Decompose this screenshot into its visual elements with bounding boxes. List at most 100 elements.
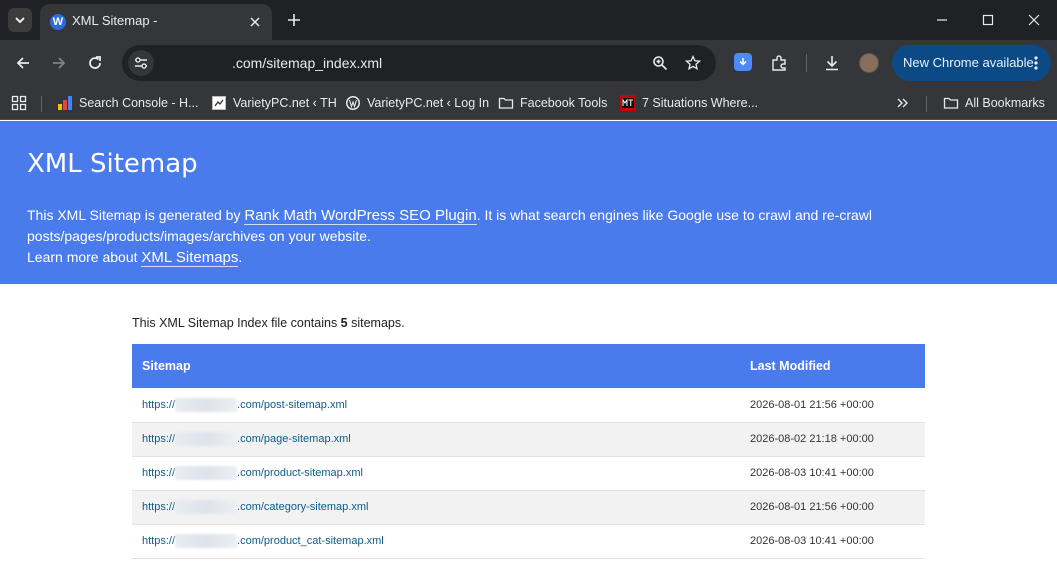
close-icon: [250, 17, 260, 27]
tab-strip: W XML Sitemap -: [0, 0, 1057, 40]
close-window-button[interactable]: [1014, 6, 1054, 34]
zoom-button[interactable]: [651, 54, 669, 72]
sitemap-table: Sitemap Last Modified https:// .com/post-…: [132, 344, 925, 559]
sitemap-link[interactable]: https:// .com/page-sitemap.xml: [142, 432, 351, 446]
link-suffix: .com/product_cat-sitemap.xml: [237, 534, 384, 547]
sitemap-content: This XML Sitemap Index file contains 5 s…: [132, 316, 925, 559]
puzzle-icon: [772, 55, 786, 71]
bookmarks-bar: Search Console - H... VarietyPC.net ‹ TH…: [0, 86, 1057, 120]
bookmark-varietypc-login[interactable]: VarietyPC.net ‹ Log In: [345, 93, 489, 113]
link-prefix: https://: [142, 534, 176, 547]
chrome-update-label: New Chrome available: [903, 55, 1034, 70]
maximize-icon: [982, 14, 994, 26]
address-url: .com/sitemap_index.xml: [232, 55, 383, 71]
sitemap-cell: https:// .com/category-sitemap.xml: [132, 490, 736, 524]
table-header-row: Sitemap Last Modified: [132, 344, 925, 388]
tab-close-button[interactable]: [246, 13, 264, 31]
link-prefix: https://: [142, 398, 176, 411]
downloads-button[interactable]: [820, 51, 844, 75]
redacted-domain: [175, 500, 238, 514]
bookmarks-divider: [41, 96, 42, 112]
sitemap-header: XML Sitemap This XML Sitemap is generate…: [0, 121, 1057, 284]
page-title: XML Sitemap: [27, 149, 198, 179]
chevron-down-icon: [15, 17, 25, 24]
forward-button[interactable]: [47, 51, 71, 75]
sitemap-count: 5: [340, 316, 348, 330]
wordpress-icon: [345, 95, 361, 111]
arrow-left-icon: [16, 57, 29, 69]
table-row: https:// .com/product-sitemap.xml 2026-08…: [132, 456, 925, 490]
download-icon: [739, 58, 747, 66]
last-modified-cell: 2026-08-02 21:18 +00:00: [750, 433, 874, 445]
maximize-button[interactable]: [968, 6, 1008, 34]
bookmark-star-button[interactable]: [684, 54, 702, 72]
more-vert-icon: [1034, 56, 1038, 70]
page-description: This XML Sitemap is generated by Rank Ma…: [27, 205, 887, 246]
more-bookmarks-button[interactable]: [896, 93, 910, 113]
rank-math-link[interactable]: Rank Math WordPress SEO Plugin: [244, 207, 477, 225]
table-row: https:// .com/post-sitemap.xml 2026-08-01…: [132, 388, 925, 422]
link-prefix: https://: [142, 466, 176, 479]
tab-active[interactable]: W XML Sitemap -: [40, 4, 272, 40]
sitemap-cell: https:// .com/post-sitemap.xml: [132, 388, 736, 422]
table-row: https:// .com/product_cat-sitemap.xml 202…: [132, 524, 925, 558]
arrow-right-icon: [53, 57, 66, 69]
last-modified-cell: 2026-08-01 21:56 +00:00: [750, 398, 874, 411]
minimize-button[interactable]: [922, 6, 962, 34]
description-text: This XML Sitemap is generated by: [27, 207, 245, 223]
last-modified-cell: 2026-08-01 21:56 +00:00: [750, 501, 874, 513]
mt-site-icon: [620, 95, 636, 111]
last-modified-cell: 2026-08-03 10:41 +00:00: [750, 467, 874, 479]
learn-more-text: .: [238, 249, 243, 265]
sitemap-cell: https:// .com/product_cat-sitemap.xml: [132, 524, 736, 558]
back-button[interactable]: [11, 51, 35, 75]
folder-icon: [943, 95, 959, 111]
bookmarks-divider: [926, 96, 927, 112]
site-info-button[interactable]: [128, 50, 154, 76]
sitemap-link[interactable]: https:// .com/product_cat-sitemap.xml: [142, 534, 384, 548]
sitemap-cell: https:// .com/page-sitemap.xml: [132, 422, 736, 456]
link-suffix: .com/product-sitemap.xml: [237, 466, 363, 479]
table-row: https:// .com/page-sitemap.xml 2026-08-02…: [132, 422, 925, 456]
reload-icon: [89, 56, 101, 69]
reload-button[interactable]: [83, 51, 107, 75]
link-prefix: https://: [142, 500, 176, 513]
download-icon: [826, 56, 838, 71]
bookmark-varietypc-th[interactable]: VarietyPC.net ‹ TH: [211, 93, 337, 113]
column-header-last-modified: Last Modified: [750, 359, 831, 373]
all-bookmarks-button[interactable]: All Bookmarks: [943, 93, 1045, 113]
sitemap-link[interactable]: https:// .com/category-sitemap.xml: [142, 500, 369, 514]
learn-more-text: Learn more about: [27, 249, 142, 265]
close-icon: [1028, 14, 1040, 26]
learn-more: Learn more about XML Sitemaps.: [27, 247, 242, 268]
link-suffix: .com/category-sitemap.xml: [237, 500, 369, 513]
sitemap-link[interactable]: https:// .com/product-sitemap.xml: [142, 466, 363, 480]
new-tab-button[interactable]: [282, 8, 306, 32]
tab-search-button[interactable]: [8, 8, 32, 32]
bookmark-search-console[interactable]: Search Console - H...: [57, 93, 199, 113]
bookmark-7-situations[interactable]: 7 Situations Where...: [620, 93, 758, 113]
bookmark-folder-facebook-tools[interactable]: Facebook Tools: [498, 93, 607, 113]
profile-avatar[interactable]: [859, 53, 879, 73]
redacted-domain: [175, 397, 238, 412]
sitemap-count-text: This XML Sitemap Index file contains 5 s…: [132, 316, 925, 344]
redacted-domain: [175, 466, 238, 480]
address-bar[interactable]: .com/sitemap_index.xml: [122, 45, 716, 81]
extension-download-button[interactable]: [734, 53, 752, 71]
chrome-update-button[interactable]: New Chrome available: [892, 45, 1051, 81]
sitemap-link[interactable]: https:// .com/post-sitemap.xml: [142, 397, 347, 412]
apps-button[interactable]: [11, 93, 27, 113]
chevron-double-right-icon: [897, 98, 908, 108]
page-icon: [211, 95, 227, 111]
apps-grid-icon: [11, 95, 27, 111]
browser-toolbar: .com/sitemap_index.xml New Chrome availa…: [0, 40, 1057, 86]
extensions-button[interactable]: [767, 51, 791, 75]
link-prefix: https://: [142, 432, 176, 445]
redacted-domain: [175, 432, 238, 446]
minimize-icon: [937, 19, 947, 21]
plus-icon: [288, 14, 300, 26]
wordpress-icon: W: [50, 14, 66, 30]
star-icon: [685, 55, 701, 71]
xml-sitemaps-link[interactable]: XML Sitemaps: [141, 249, 239, 267]
column-header-sitemap: Sitemap: [142, 359, 191, 373]
